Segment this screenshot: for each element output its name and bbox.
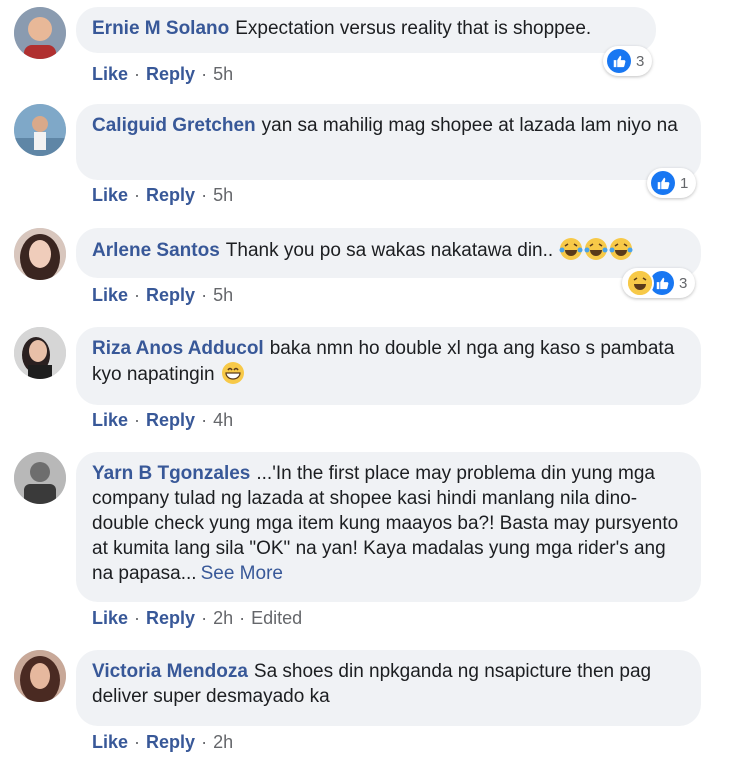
timestamp[interactable]: 4h <box>213 409 233 431</box>
avatar[interactable] <box>14 228 66 280</box>
like-link[interactable]: Like <box>92 731 128 753</box>
comment-actions: Like · Reply · 5h <box>92 63 233 85</box>
comment-bubble: Riza Anos Adducol baka nmn ho double xl n… <box>76 327 701 405</box>
reply-link[interactable]: Reply <box>146 63 195 85</box>
comment-author[interactable]: Caliguid Gretchen <box>92 115 256 136</box>
like-link[interactable]: Like <box>92 607 128 629</box>
separator: · <box>134 410 141 430</box>
separator: · <box>134 285 141 305</box>
reply-link[interactable]: Reply <box>146 409 195 431</box>
comment-actions: Like · Reply · 2h <box>92 731 233 753</box>
reaction-summary[interactable]: 3 <box>603 46 653 76</box>
separator: · <box>134 608 141 628</box>
see-more-link[interactable]: See More <box>201 563 283 584</box>
reaction-count: 1 <box>680 174 689 192</box>
grinning-emoji <box>221 362 244 384</box>
reaction-count: 3 <box>679 274 688 292</box>
comment-actions: Like · Reply · 4h <box>92 409 233 431</box>
separator: · <box>239 608 246 628</box>
laughing-tears-emoji <box>584 238 608 260</box>
timestamp[interactable]: 5h <box>213 284 233 306</box>
like-link[interactable]: Like <box>92 409 128 431</box>
comment-author[interactable]: Riza Anos Adducol <box>92 338 264 359</box>
comment-bubble: Caliguid Gretchen yan sa mahilig mag shop… <box>76 104 701 180</box>
separator: · <box>134 185 141 205</box>
separator: · <box>201 608 208 628</box>
separator: · <box>201 64 208 84</box>
separator: · <box>201 732 208 752</box>
comment-actions: Like · Reply · 5h <box>92 184 233 206</box>
comment-bubble: Yarn B Tgonzales ...'In the first place m… <box>76 452 701 602</box>
laughing-tears-emoji <box>559 238 583 260</box>
edited-label[interactable]: Edited <box>251 607 302 629</box>
comment-author[interactable]: Arlene Santos <box>92 240 220 261</box>
separator: · <box>201 410 208 430</box>
avatar[interactable] <box>14 650 66 702</box>
thumbs-up-icon <box>651 171 675 195</box>
avatar[interactable] <box>14 452 66 504</box>
comment-actions: Like · Reply · 5h <box>92 284 233 306</box>
reaction-summary[interactable]: 1 <box>647 168 697 198</box>
timestamp[interactable]: 2h <box>213 607 233 629</box>
separator: · <box>201 285 208 305</box>
timestamp[interactable]: 2h <box>213 731 233 753</box>
timestamp[interactable]: 5h <box>213 63 233 85</box>
reaction-summary[interactable]: 3 <box>622 268 696 298</box>
comment-bubble: Arlene Santos Thank you po sa wakas nakat… <box>76 228 701 278</box>
like-link[interactable]: Like <box>92 63 128 85</box>
comment-actions: Like · Reply · 2h · Edited <box>92 607 302 629</box>
avatar[interactable] <box>14 7 66 59</box>
like-link[interactable]: Like <box>92 184 128 206</box>
reply-link[interactable]: Reply <box>146 731 195 753</box>
comment-text: yan sa mahilig mag shopee at lazada lam … <box>261 115 678 136</box>
comment-author[interactable]: Yarn B Tgonzales <box>92 463 250 484</box>
laughing-tears-emoji <box>609 238 633 260</box>
comment-bubble: Victoria Mendoza Sa shoes din npkganda ng… <box>76 650 701 726</box>
thumbs-up-icon <box>607 49 631 73</box>
reply-link[interactable]: Reply <box>146 607 195 629</box>
comment-text: Expectation versus reality that is shopp… <box>235 18 592 39</box>
separator: · <box>134 64 141 84</box>
reaction-count: 3 <box>636 52 645 70</box>
reply-link[interactable]: Reply <box>146 284 195 306</box>
separator: · <box>201 185 208 205</box>
separator: · <box>134 732 141 752</box>
avatar[interactable] <box>14 104 66 156</box>
comment-author[interactable]: Victoria Mendoza <box>92 661 248 682</box>
comment-author[interactable]: Ernie M Solano <box>92 18 229 39</box>
reply-link[interactable]: Reply <box>146 184 195 206</box>
comment-bubble: Ernie M Solano Expectation versus reality… <box>76 7 656 53</box>
comment-text: Thank you po sa wakas nakatawa din.. <box>225 240 554 261</box>
like-link[interactable]: Like <box>92 284 128 306</box>
haha-reaction-icon <box>626 269 654 297</box>
timestamp[interactable]: 5h <box>213 184 233 206</box>
avatar[interactable] <box>14 327 66 379</box>
